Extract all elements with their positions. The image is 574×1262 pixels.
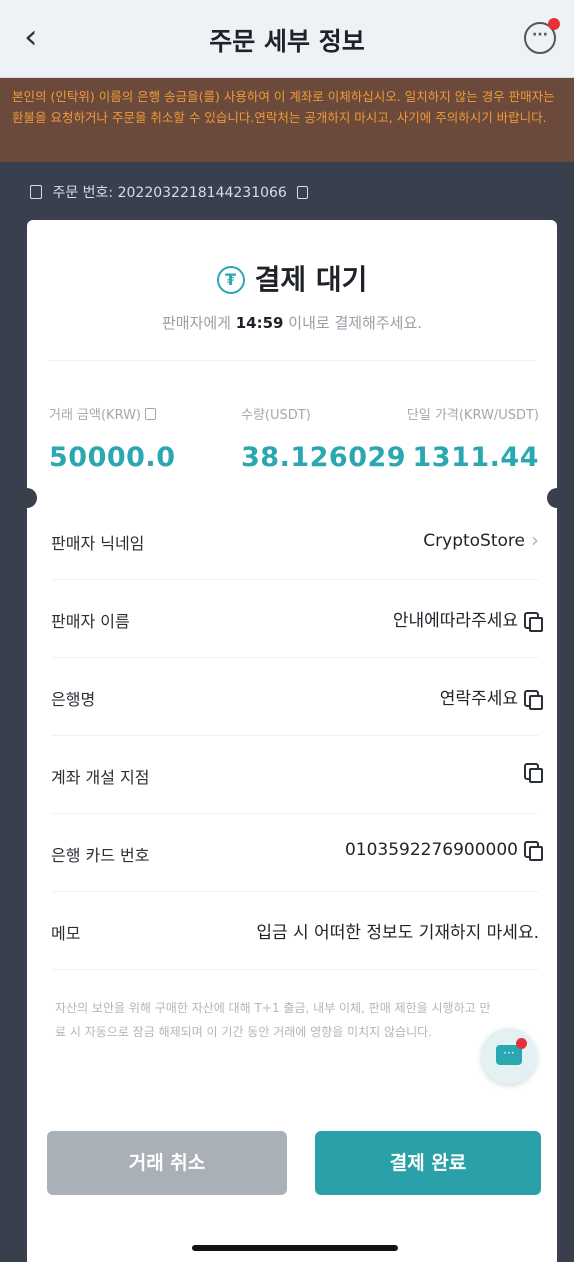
card-notch-left <box>17 488 37 508</box>
row-value: 안내에따라주세요 <box>393 606 543 632</box>
page-title: 주문 세부 정보 <box>209 27 365 56</box>
notification-dot <box>516 1038 527 1049</box>
copy-icon[interactable] <box>524 612 543 632</box>
amount-value: 50000.0 <box>49 442 176 473</box>
order-number-line: 주문 번호: 2022032218144231066 <box>30 182 309 202</box>
order-number-label: 주문 번호: <box>52 185 114 201</box>
copy-icon[interactable] <box>524 841 543 861</box>
card-number-row: 은행 카드 번호 0103592276900000 <box>51 814 543 892</box>
warning-banner: 본인의 (인탁위) 이름의 은행 송금을(를) 사용하여 이 계좌로 이체하십시… <box>0 78 574 162</box>
unit-price-label: 단일 가격(KRW/USDT) <box>406 408 539 423</box>
status-title: 결제 대기 <box>254 263 368 296</box>
row-label: 계좌 개설 지점 <box>51 768 150 787</box>
order-card: ₮ 결제 대기 판매자에게 14:59 이내로 결제해주세요. 거래 금액(KRW… <box>17 220 567 1262</box>
divider <box>49 360 535 361</box>
copy-icon[interactable] <box>297 186 309 199</box>
row-label: 은행 카드 번호 <box>51 846 150 865</box>
row-label: 메모 <box>51 924 81 943</box>
disclaimer-text: 자산의 보안을 위해 구매한 자산에 대해 T+1 출금, 내부 이체, 판매 … <box>55 1001 491 1039</box>
row-value <box>518 762 543 783</box>
row-value: CryptoStore › <box>423 528 539 552</box>
currency-icon: ₮ <box>216 266 245 294</box>
chevron-right-icon: › <box>531 528 539 552</box>
row-value: 연락주세요 <box>440 684 543 710</box>
copy-icon[interactable] <box>524 763 543 783</box>
row-label: 판매자 이름 <box>51 612 130 631</box>
amount-label: 거래 금액(KRW) <box>49 404 157 423</box>
status-sub-suffix: 이내로 결제해주세요. <box>288 314 423 332</box>
quantity-label: 수량(USDT) <box>241 408 311 423</box>
bank-name-row: 은행명 연락주세요 <box>51 658 543 736</box>
seller-name-row: 판매자 이름 안내에따라주세요 <box>51 580 543 658</box>
cancel-trade-button[interactable]: 거래 취소 <box>47 1131 287 1195</box>
top-bar: ‹ 주문 세부 정보 ··· <box>0 0 574 78</box>
quantity-value: 38.126029 <box>241 442 407 473</box>
branch-row: 계좌 개설 지점 <box>51 736 543 814</box>
row-label: 판매자 닉네임 <box>51 534 145 553</box>
card-notch-right <box>547 488 567 508</box>
row-value: 입금 시 어떠한 정보도 기재하지 마세요. <box>256 923 539 943</box>
status-subtitle: 판매자에게 14:59 이내로 결제해주세요. <box>27 312 557 333</box>
chat-bubble-button[interactable]: ··· <box>481 1028 537 1084</box>
chat-icon[interactable]: ··· <box>524 18 560 54</box>
row-value: 0103592276900000 <box>345 840 543 861</box>
memo-row: 메모 입금 시 어떠한 정보도 기재하지 마세요. <box>51 892 539 970</box>
notification-dot <box>548 18 560 30</box>
status-sub-prefix: 판매자에게 <box>161 314 231 332</box>
unit-price-value: 1311.44 <box>412 442 539 473</box>
payment-complete-button[interactable]: 결제 완료 <box>315 1131 541 1195</box>
row-label: 은행명 <box>51 690 96 709</box>
countdown-timer: 14:59 <box>235 314 284 332</box>
copy-icon[interactable] <box>145 408 157 420</box>
copy-icon[interactable] <box>524 690 543 710</box>
status-title-row: ₮ 결제 대기 <box>27 258 557 298</box>
document-icon <box>30 185 42 199</box>
order-number: 2022032218144231066 <box>117 185 287 201</box>
home-indicator[interactable] <box>192 1245 398 1251</box>
seller-nickname-row[interactable]: 판매자 닉네임 CryptoStore › <box>51 502 539 580</box>
